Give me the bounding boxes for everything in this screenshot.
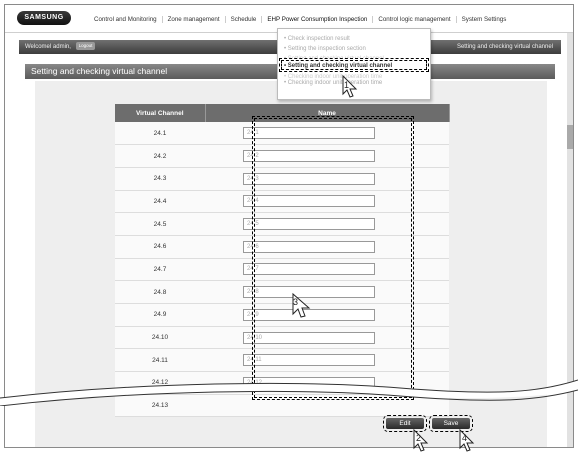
cut-line	[0, 379, 578, 406]
menu-item-virtual-channel[interactable]: • Setting and checking virtual channel	[279, 58, 429, 72]
table-row: 24.10 24.10	[115, 326, 449, 350]
channel-name-input[interactable]: 24.7	[243, 263, 375, 276]
table-row: 24.11 24.11	[115, 348, 449, 373]
table-row: 24.4 24.4	[115, 190, 449, 214]
virtual-channel-cell: 24.8	[115, 280, 205, 304]
channel-name-input[interactable]: 24.11	[243, 354, 375, 367]
table-row: 24.3 24.3	[115, 167, 449, 191]
virtual-channel-cell: 24.1	[115, 122, 205, 146]
menu-zone-management[interactable]: Zone management	[161, 16, 225, 23]
main-menu: Control and Monitoring Zone management S…	[89, 16, 511, 23]
virtual-channel-cell: 24.9	[115, 303, 205, 327]
name-cell: 24.6	[205, 235, 449, 259]
table-row: 24.2 24.2	[115, 144, 449, 168]
menu-item-virtual-channel-shadow: • Setting and checking virtual channel	[284, 54, 424, 58]
callout-1: 1	[344, 80, 350, 90]
callout-2: 2	[416, 433, 422, 443]
name-cell: 24.8	[205, 280, 449, 304]
name-cell: 24.11	[205, 348, 449, 373]
header-virtual-channel: Virtual Channel	[115, 104, 206, 122]
callout-4: 4	[462, 433, 468, 443]
scrollbar-thumb[interactable]	[567, 125, 573, 149]
table-row: 24.7 24.7	[115, 258, 449, 282]
virtual-channel-cell: 24.11	[115, 348, 205, 373]
virtual-channel-cell: 24.6	[115, 235, 205, 259]
name-cell: 24.4	[205, 190, 449, 214]
menu-system-settings[interactable]: System Settings	[455, 16, 512, 23]
virtual-channel-cell: 24.7	[115, 258, 205, 282]
menu-item-setting-inspection-section[interactable]: • Setting the inspection section	[284, 44, 424, 54]
cursor-1-icon	[342, 74, 358, 98]
menu-ehp-power-inspection[interactable]: EHP Power Consumption Inspection	[261, 16, 372, 23]
menu-schedule[interactable]: Schedule	[224, 16, 262, 23]
table-row: 24.1 24.1	[115, 122, 449, 146]
virtual-channel-cell: 24.5	[115, 212, 205, 236]
header-name: Name	[205, 104, 450, 122]
virtual-channel-cell: 24.2	[115, 144, 205, 168]
menu-control-logic[interactable]: Control logic management	[372, 16, 455, 23]
channel-name-input[interactable]: 24.10	[243, 331, 375, 344]
menu-control-monitoring[interactable]: Control and Monitoring	[89, 16, 162, 23]
table-row: 24.5 24.5	[115, 212, 449, 236]
table-row: 24.9 24.9	[115, 303, 449, 327]
menu-item-check-inspection[interactable]: • Check inspection result	[284, 34, 424, 44]
channel-name-input[interactable]: 24.1	[243, 127, 375, 140]
welcome-text: Welcomel admin,	[25, 44, 71, 50]
channel-name-input[interactable]: 24.6	[243, 240, 375, 253]
callout-3: 3	[293, 297, 299, 307]
name-cell: 24.9	[205, 303, 449, 327]
logout-button[interactable]: Logout	[75, 42, 96, 51]
samsung-logo: SAMSUNG	[17, 11, 71, 25]
table-row: 24.8 24.8	[115, 280, 449, 304]
channel-name-input[interactable]: 24.4	[243, 195, 375, 208]
cursor-3-icon	[292, 292, 311, 318]
name-cell: 24.3	[205, 167, 449, 191]
name-cell: 24.5	[205, 212, 449, 236]
breadcrumb: Setting and checking virtual channel	[456, 44, 553, 50]
name-cell: 24.10	[205, 326, 449, 350]
name-cell: 24.1	[205, 122, 449, 146]
name-cell: 24.2	[205, 144, 449, 168]
table-row: 24.6 24.6	[115, 235, 449, 259]
channel-name-input[interactable]: 24.5	[243, 218, 375, 231]
name-cell: 24.7	[205, 258, 449, 282]
channel-name-input[interactable]: 24.2	[243, 150, 375, 163]
virtual-channel-cell: 24.3	[115, 167, 205, 191]
virtual-channel-table: Virtual Channel Name 24.1 24.1 24.2 24.2 24.…	[115, 104, 450, 418]
virtual-channel-cell: 24.10	[115, 326, 205, 350]
virtual-channel-cell: 24.4	[115, 190, 205, 214]
channel-name-input[interactable]: 24.3	[243, 172, 375, 185]
